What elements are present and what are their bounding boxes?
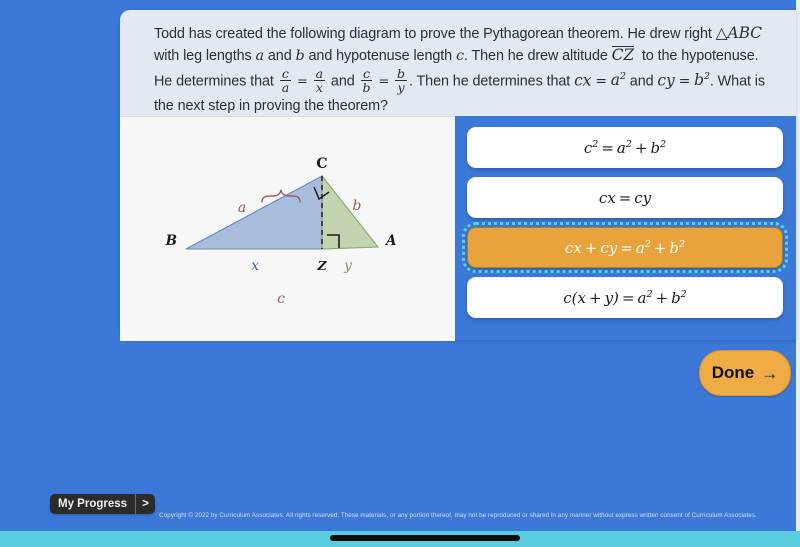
side-label-x: x: [251, 258, 259, 274]
home-indicator[interactable]: [330, 535, 520, 541]
side-label-a: a: [238, 200, 246, 216]
vertex-label-c: C: [316, 156, 327, 172]
pythagorean-diagram: B C A Z a b x y c: [165, 156, 396, 341]
triangle-zca: [321, 174, 380, 250]
answer-choice-1-text: cx = cy: [598, 188, 652, 207]
fraction-c-over-b: cb: [360, 65, 373, 95]
done-button[interactable]: Done →: [699, 350, 791, 396]
answer-choice-3[interactable]: c(x + y) = a2 + b2: [467, 277, 783, 318]
done-button-label: Done: [711, 363, 755, 382]
vertex-label-b: B: [165, 233, 177, 249]
fraction-a-over-x: ax: [313, 65, 326, 95]
vertex-label-z: Z: [316, 258, 327, 273]
answer-choice-0[interactable]: c2 = a2 + b2: [467, 127, 783, 168]
answer-choice-2[interactable]: cx + cy = a2 + b2: [462, 222, 788, 273]
side-label-c: c: [277, 291, 285, 307]
copyright-text: Copyright © 2022 by Curriculum Associate…: [159, 512, 757, 519]
chevron-right-icon: >: [142, 498, 149, 510]
side-label-y: y: [343, 258, 352, 274]
my-progress-label: My Progress: [50, 494, 137, 514]
fraction-c-over-a: ca: [279, 65, 292, 95]
question-text: Todd has created the following diagram t…: [154, 24, 765, 115]
arrow-right-icon: →: [761, 363, 779, 383]
right-edge-strip: [796, 0, 800, 531]
vertex-label-a: A: [384, 233, 396, 249]
diagram-panel: B C A Z a b x y c: [120, 116, 455, 341]
triangle-bcz: [185, 175, 323, 250]
bottom-bar: [0, 531, 800, 547]
my-progress-button[interactable]: My Progress >: [50, 494, 156, 514]
answer-choice-0-text: c2 = a2 + b2: [583, 138, 667, 157]
fraction-b-over-y: by: [395, 65, 407, 95]
answer-choice-3-text: c(x + y) = a2 + b2: [563, 288, 687, 307]
answer-choice-1[interactable]: cx = cy: [467, 177, 783, 218]
answer-choice-2-text: cx + cy = a2 + b2: [564, 238, 686, 257]
side-label-b: b: [353, 198, 362, 214]
answer-choices-panel: c2 = a2 + b2 cx = cy cx + cy = a2 + b2 c(x + y) = a2 + b2: [455, 116, 796, 340]
